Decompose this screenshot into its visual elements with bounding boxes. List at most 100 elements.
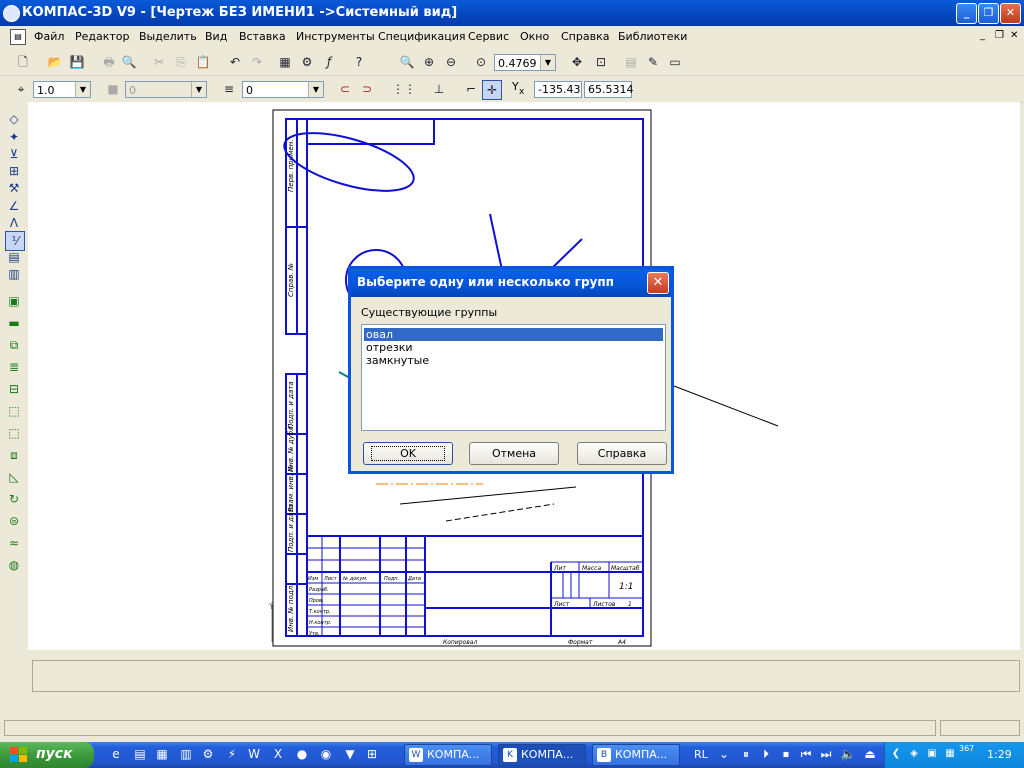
menu-help[interactable]: Справка [561,30,609,43]
calc-icon[interactable]: ⊞ [364,746,380,762]
window-title-bar[interactable]: КОМПАС-3D V9 - [Чертеж БЕЗ ИМЕНИ1 ->Сист… [0,0,1024,26]
print-preview-icon[interactable]: 🔍 [120,53,138,71]
task-kompas-2[interactable]: K КОМПА... [498,744,586,766]
select-attribute-icon[interactable]: ◍ [5,556,23,574]
ok-button[interactable]: OK [363,442,453,465]
explorer-icon[interactable]: ▤ [132,746,148,762]
select-view-icon[interactable]: ⊟ [5,380,23,398]
select-window-icon[interactable]: ⬚ [5,402,23,420]
menu-file[interactable]: Файл [34,30,64,43]
new-document-icon[interactable]: 🗋 [14,53,32,71]
panel-icon[interactable]: ▭ [666,53,684,71]
mdi-restore-button[interactable]: ❐ [995,30,1004,41]
menu-specification[interactable]: Спецификация [378,30,465,43]
chevron-down-icon[interactable]: ▼ [191,82,206,97]
zoom-scale-icon[interactable]: ⊙ [472,53,490,71]
coord-x-field[interactable]: -135.43 [534,81,582,98]
dialog-close-button[interactable]: ✕ [647,272,669,294]
tray-arrow-icon[interactable]: ❮ [889,747,903,761]
list-item-oval[interactable]: овал [364,328,663,341]
measure-icon[interactable]: ∠ [5,197,23,215]
coord-y-field[interactable]: 65.5314 [584,81,634,98]
select-layer-icon[interactable]: ≣ [5,358,23,376]
rebuild-icon[interactable]: ▤ [622,53,640,71]
tray-network-icon[interactable]: ▣ [925,747,939,761]
manager-icon[interactable]: ▦ [276,53,294,71]
variables-icon[interactable]: ⚙ [298,53,316,71]
menu-libraries[interactable]: Библиотеки [618,30,687,43]
select-frame-icon[interactable]: ▬ [5,314,23,332]
copy-icon[interactable]: ⎘ [172,53,190,71]
media-stop-icon[interactable]: ⏹ [778,746,794,762]
menu-window[interactable]: Окно [520,30,549,43]
round-coords-icon[interactable]: ✛ [482,80,502,100]
select-all-icon[interactable]: ▣ [5,292,23,310]
clock[interactable]: 1:29 [987,748,1012,761]
menu-view[interactable]: Вид [205,30,227,43]
media-next-icon[interactable]: ⏭ [818,746,834,762]
list-item-segments[interactable]: отрезки [364,341,663,354]
network-icon[interactable]: ⚙ [200,746,216,762]
tray-shield-icon[interactable]: ◈ [907,747,921,761]
dimensions-icon[interactable]: ✦ [5,128,23,146]
open-folder-icon[interactable]: 📂 [46,53,64,71]
language-indicator[interactable]: RL [694,748,708,761]
print-icon[interactable]: 🖶 [100,53,118,71]
association-icon[interactable]: ▤ [5,248,23,266]
opera-icon[interactable]: ● [294,746,310,762]
select-style-icon[interactable]: ≈ [5,534,23,552]
menu-tools[interactable]: Инструменты [296,30,375,43]
document-icon[interactable]: ▤ [10,29,26,45]
magnet-snap-icon[interactable]: ⊂ [336,80,354,98]
zoom-combo[interactable]: 0.4769 ▼ [494,54,556,71]
chevron-down-icon[interactable]: ▼ [308,82,323,97]
editing-icon[interactable]: ⊞ [5,162,23,180]
chevron-down-icon[interactable]: ▼ [540,55,555,70]
symbols-icon[interactable]: ⊻ [5,145,23,163]
menu-select[interactable]: Выделить [139,30,197,43]
zoom-out-icon[interactable]: ⊖ [442,53,460,71]
help-pointer-icon[interactable]: ? [350,53,368,71]
close-button[interactable]: ✕ [1000,3,1021,24]
media-play-icon[interactable]: ⏵ [758,746,774,762]
dialog-title-bar[interactable]: Выберите одну или несколько групп ✕ [351,269,671,297]
cut-icon[interactable]: ✂ [150,53,168,71]
properties-icon[interactable]: ✎ [644,53,662,71]
menu-edit[interactable]: Редактор [75,30,130,43]
minimize-button[interactable]: _ [956,3,977,24]
list-item-closed[interactable]: замкнутые [364,354,663,367]
eject-icon[interactable]: ⏏ [862,746,878,762]
task-kompas-3[interactable]: B КОМПА... [592,744,680,766]
geometry-icon[interactable]: ◇ [5,110,23,128]
chevron-down-icon[interactable]: ▼ [75,82,90,97]
paste-icon[interactable]: 📋 [194,53,212,71]
firefox-icon[interactable]: ◉ [318,746,334,762]
media-pause-icon[interactable]: ⏸ [738,746,754,762]
select-cross-icon[interactable]: ⬚ [5,424,23,442]
volume-icon[interactable]: 🔈 [840,746,856,762]
mdi-minimize-button[interactable]: _ [980,30,985,41]
undo-icon[interactable]: ↶ [226,53,244,71]
select-icon[interactable]: Ʌ [5,214,23,232]
menu-insert[interactable]: Вставка [239,30,286,43]
layer-combo[interactable]: 0 ▼ [242,81,324,98]
step-cursor-icon[interactable]: ⌖ [12,80,30,98]
media-icon[interactable]: ▦ [154,746,170,762]
zoom-in-icon[interactable]: ⊕ [420,53,438,71]
mdi-close-button[interactable]: ✕ [1010,30,1018,41]
show-all-icon[interactable]: ⊡ [592,53,610,71]
select-object-icon[interactable]: ⧉ [5,336,23,354]
function-icon[interactable]: ƒ [320,53,338,71]
cancel-button[interactable]: Отмена [469,442,559,465]
select-polygon-icon[interactable]: ◺ [5,468,23,486]
excel-icon[interactable]: X [270,746,286,762]
ortho-icon[interactable]: ⌐ [462,80,480,98]
redo-icon[interactable]: ↷ [248,53,266,71]
start-button[interactable]: пуск [0,742,94,768]
select-prototype-icon[interactable]: ↻ [5,490,23,508]
parametrization-icon[interactable]: ⚒ [5,179,23,197]
menu-service[interactable]: Сервис [468,30,509,43]
tray-monitor-icon[interactable]: ▦ [943,747,957,761]
maximize-button[interactable]: ❐ [978,3,999,24]
total-icon[interactable]: ▼ [342,746,358,762]
